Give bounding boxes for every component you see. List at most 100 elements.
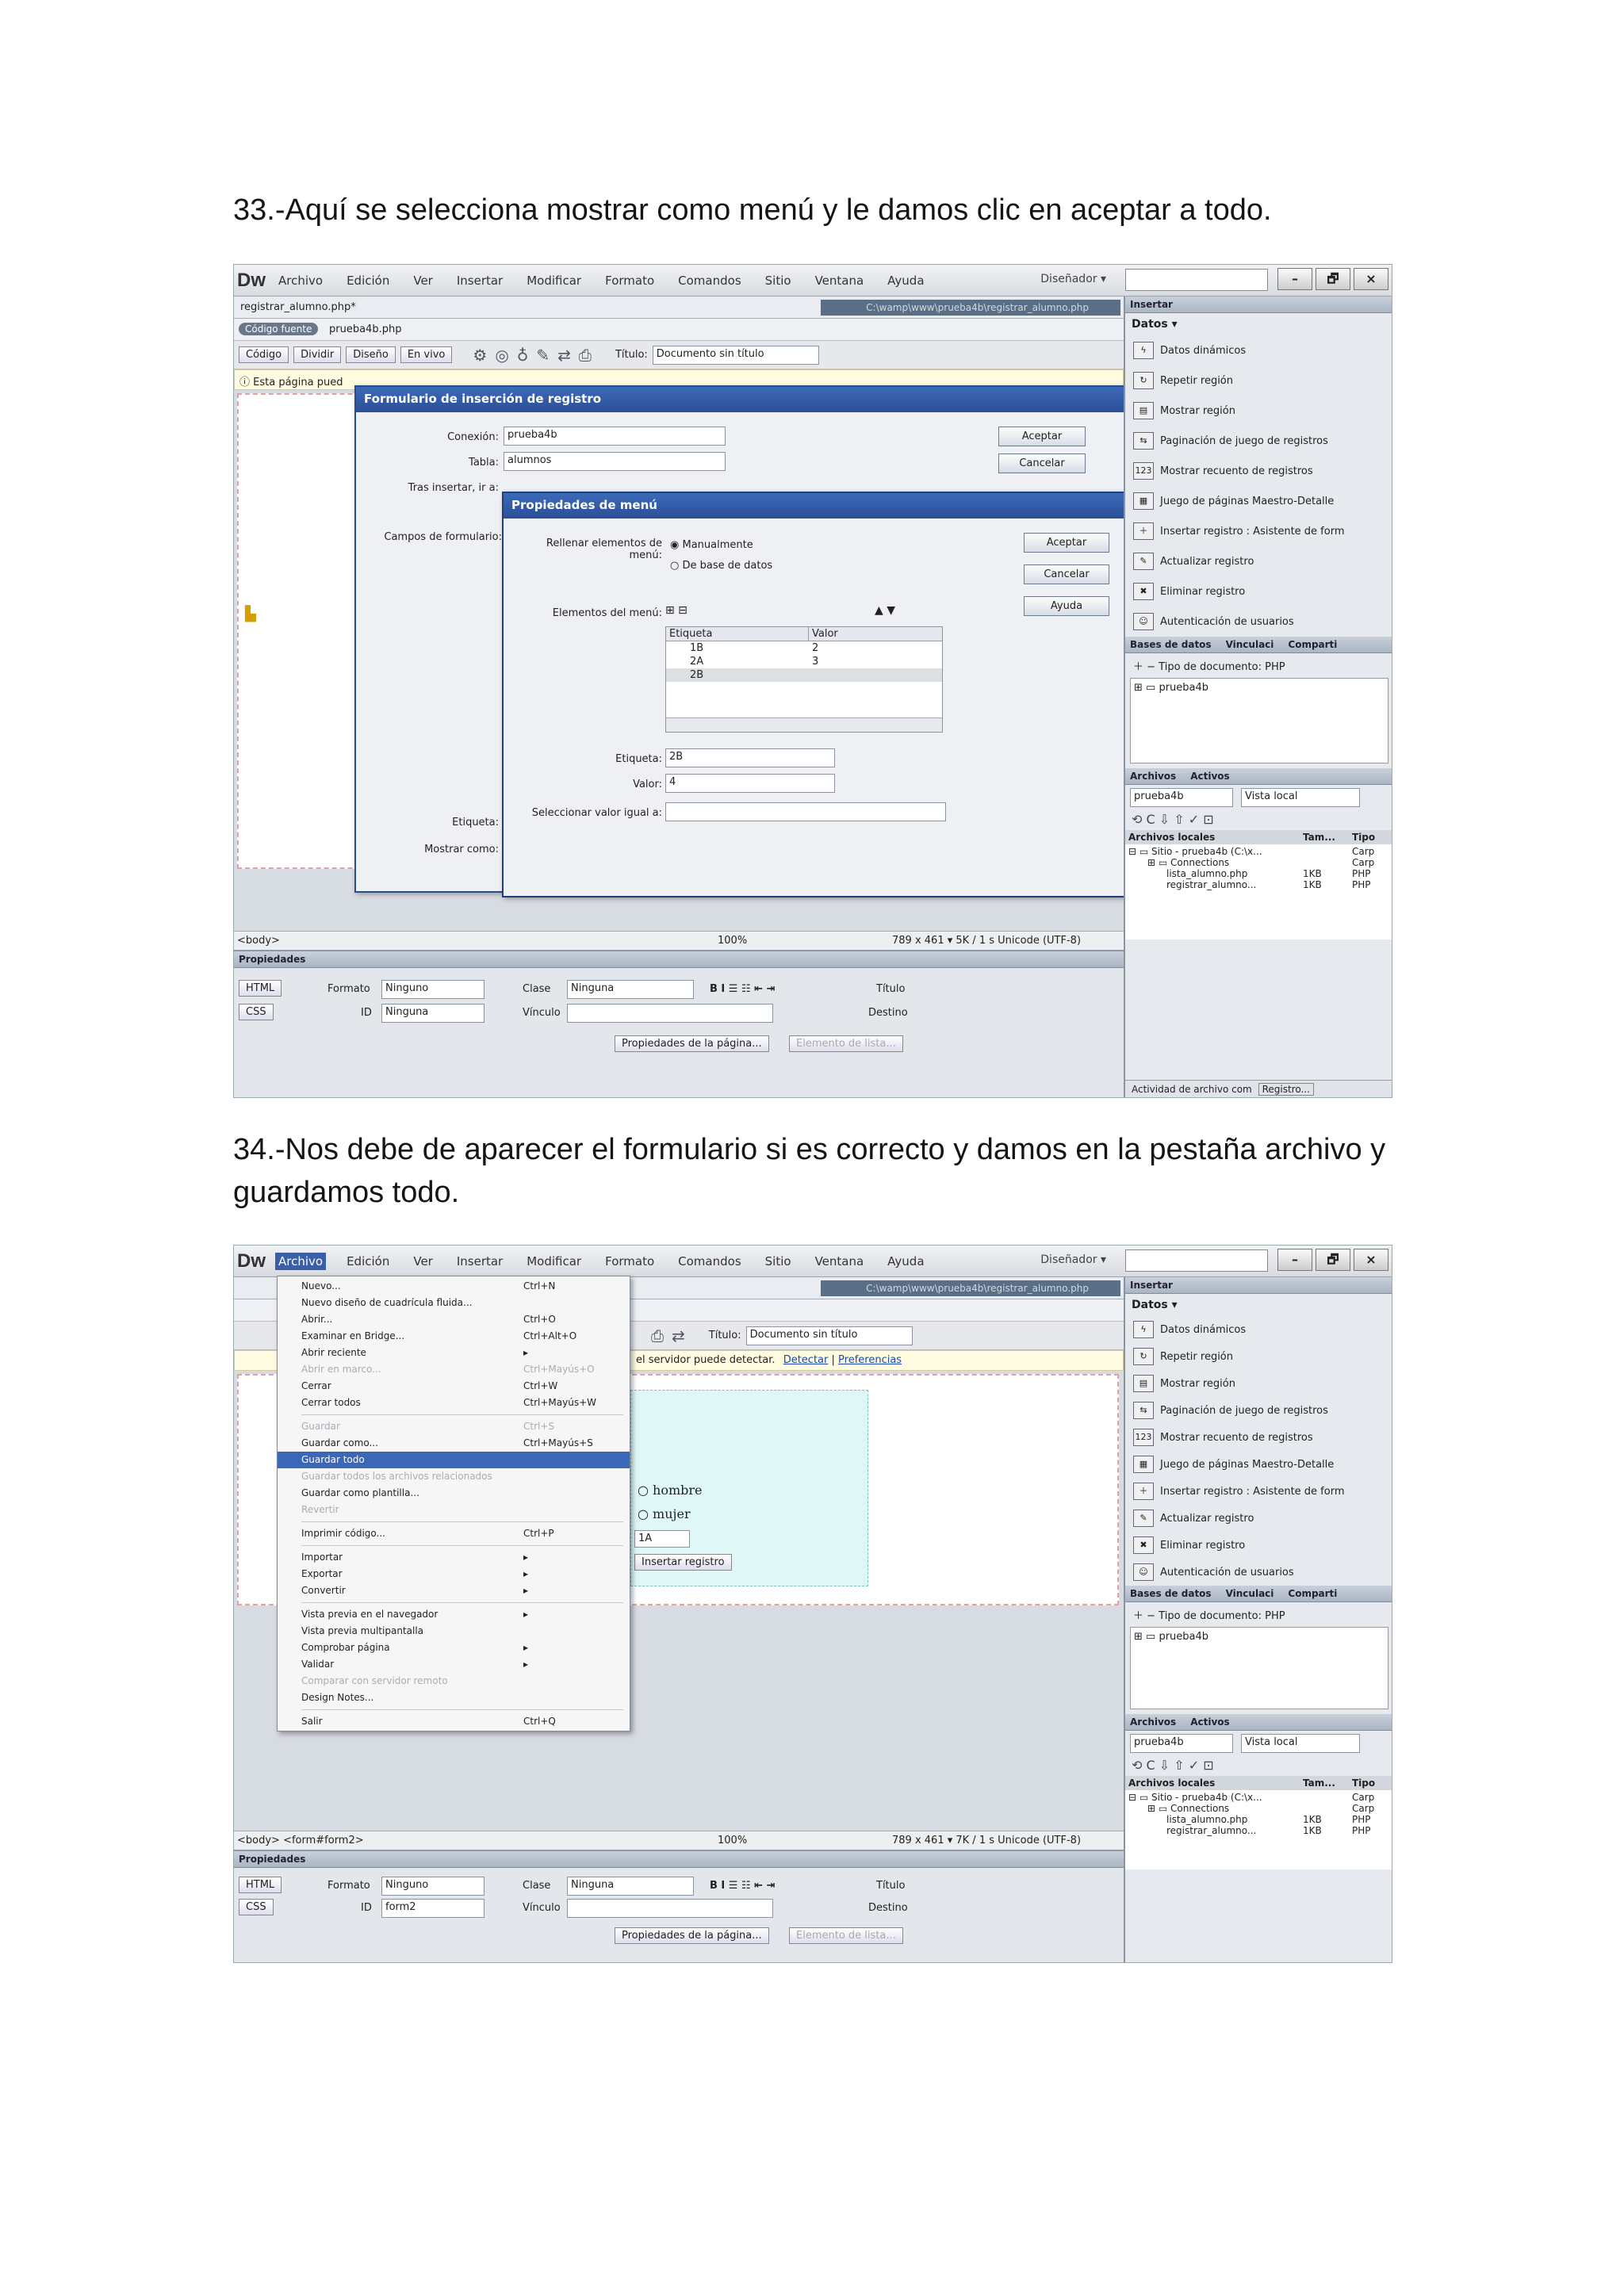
form-element[interactable]: ○ hombre ○ mujer 1A Insertar registro xyxy=(630,1390,868,1586)
menu-modificar[interactable]: Modificar xyxy=(523,1253,584,1270)
html-button[interactable]: HTML xyxy=(239,980,282,997)
menu-cancel-button[interactable]: Cancelar xyxy=(1024,564,1109,584)
file-menu-item[interactable]: Comprobar página ▸ xyxy=(278,1640,630,1656)
file-menu-item[interactable]: Salir Ctrl+Q xyxy=(278,1713,630,1730)
title-input[interactable]: Documento sin título xyxy=(745,1326,913,1345)
menu-ver[interactable]: Ver xyxy=(410,1253,436,1270)
title-input[interactable]: Documento sin título xyxy=(652,345,819,365)
design-view-button[interactable]: Diseño xyxy=(346,346,396,363)
file-menu-item[interactable]: Abrir... Ctrl+O xyxy=(278,1311,630,1328)
class-select[interactable]: Ninguna xyxy=(567,1877,694,1896)
page-properties-button[interactable]: Propiedades de la página... xyxy=(615,1035,769,1052)
related-file[interactable]: prueba4b.php xyxy=(329,323,401,335)
html-button[interactable]: HTML xyxy=(239,1877,282,1893)
panel-item-recuento[interactable]: 123 Mostrar recuento de registros xyxy=(1125,1424,1392,1451)
seleccionar-input[interactable] xyxy=(665,802,946,821)
file-menu-item[interactable]: Design Notes... xyxy=(278,1689,630,1706)
css-button[interactable]: CSS xyxy=(239,1004,274,1020)
id-select[interactable]: Ninguna xyxy=(381,1004,485,1023)
tab-files[interactable]: Archivos xyxy=(1130,1716,1176,1728)
table-row[interactable]: 1B 2 xyxy=(666,641,942,655)
file-menu-item[interactable]: Imprimir código... Ctrl+P xyxy=(278,1525,630,1542)
file-menu-item[interactable]: Nuevo... Ctrl+N xyxy=(278,1278,630,1295)
menu-comandos[interactable]: Comandos xyxy=(675,1253,744,1270)
menu-comandos[interactable]: Comandos xyxy=(675,272,744,289)
datos-category[interactable]: Datos ▾ xyxy=(1125,1294,1392,1316)
file-menu-item[interactable]: Vista previa multipantalla xyxy=(278,1623,630,1640)
table-scrollbar[interactable] xyxy=(666,718,942,732)
panel-item-maestro[interactable]: ▦ Juego de páginas Maestro-Detalle xyxy=(1125,486,1392,516)
insert-record-submit[interactable]: Insertar registro xyxy=(634,1554,732,1571)
file-row[interactable]: registrar_alumno... 1KB PHP xyxy=(1128,1825,1390,1836)
radio-hombre[interactable]: ○ hombre xyxy=(638,1483,703,1498)
insert-ok-button[interactable]: Aceptar xyxy=(998,427,1086,446)
panel-item-eliminar[interactable]: ✖ Eliminar registro xyxy=(1125,576,1392,607)
panel-item-recuento[interactable]: 123 Mostrar recuento de registros xyxy=(1125,456,1392,486)
file-row[interactable]: ⊟ ▭ Sitio - prueba4b (C:\x... Carp xyxy=(1128,1792,1390,1803)
file-menu-item[interactable]: Guardar todo xyxy=(278,1452,630,1468)
panel-item-datos-dinamicos[interactable]: ϟ Datos dinámicos xyxy=(1125,1316,1392,1343)
code-view-button[interactable]: Código xyxy=(239,346,289,363)
panel-item-mostrar[interactable]: ▤ Mostrar región xyxy=(1125,396,1392,426)
minimize-button[interactable]: – xyxy=(1277,268,1312,290)
menu-edicion[interactable]: Edición xyxy=(343,1253,393,1270)
view-select[interactable]: Vista local xyxy=(1241,1734,1360,1753)
restore-button[interactable]: 🗗 xyxy=(1316,268,1350,290)
files-toolbar-icons[interactable]: ⟲ C ⇩ ⇧ ✓ ⊡ xyxy=(1125,1756,1392,1774)
menu-archivo[interactable]: Archivo xyxy=(275,1252,327,1270)
tag-selector[interactable]: <body> xyxy=(237,935,280,947)
tab-components[interactable]: Comparti xyxy=(1288,639,1337,650)
menu-ventana[interactable]: Ventana xyxy=(812,1253,868,1270)
radio-manual[interactable]: ◉ Manualmente xyxy=(670,539,753,551)
menu-items-table[interactable]: Etiqueta Valor 1B 2 2A 3 2B xyxy=(665,626,943,733)
db-tree[interactable]: ⊞ ▭ prueba4b xyxy=(1130,1627,1388,1709)
detect-link[interactable]: Detectar xyxy=(783,1354,829,1366)
split-view-button[interactable]: Dividir xyxy=(293,346,342,363)
file-menu-item[interactable]: Guardar como plantilla... xyxy=(278,1485,630,1502)
radio-database[interactable]: ○ De base de datos xyxy=(670,560,772,572)
panel-item-mostrar[interactable]: ▤ Mostrar región xyxy=(1125,1370,1392,1397)
class-select[interactable]: Ninguna xyxy=(567,980,694,999)
panel-item-paginacion[interactable]: ⇆ Paginación de juego de registros xyxy=(1125,1397,1392,1424)
panel-item-paginacion[interactable]: ⇆ Paginación de juego de registros xyxy=(1125,426,1392,456)
panel-item-insertar[interactable]: ＋ Insertar registro : Asistente de form xyxy=(1125,516,1392,546)
menu-ventana[interactable]: Ventana xyxy=(812,272,868,289)
close-button[interactable]: × xyxy=(1354,268,1388,290)
menu-edicion[interactable]: Edición xyxy=(343,272,393,289)
tab-bindings[interactable]: Vinculaci xyxy=(1226,1588,1274,1599)
panel-item-eliminar[interactable]: ✖ Eliminar registro xyxy=(1125,1532,1392,1559)
menu-help-button[interactable]: Ayuda xyxy=(1024,596,1109,616)
panel-item-actualizar[interactable]: ✎ Actualizar registro xyxy=(1125,546,1392,576)
panel-item-repetir[interactable]: ↻ Repetir región xyxy=(1125,1343,1392,1370)
table-row[interactable]: 2B xyxy=(666,668,942,682)
menu-insertar[interactable]: Insertar xyxy=(454,272,506,289)
file-row[interactable]: lista_alumno.php 1KB PHP xyxy=(1128,1814,1390,1825)
menu-archivo[interactable]: Archivo xyxy=(275,272,326,289)
menu-ayuda[interactable]: Ayuda xyxy=(884,272,927,289)
close-button[interactable]: × xyxy=(1354,1249,1388,1271)
page-properties-button[interactable]: Propiedades de la página... xyxy=(615,1927,769,1944)
menu-sitio[interactable]: Sitio xyxy=(762,272,795,289)
css-button[interactable]: CSS xyxy=(239,1899,274,1915)
tab-databases[interactable]: Bases de datos xyxy=(1130,1588,1212,1599)
panel-item-maestro[interactable]: ▦ Juego de páginas Maestro-Detalle xyxy=(1125,1451,1392,1478)
format-select[interactable]: Ninguno xyxy=(381,980,485,999)
conexion-select[interactable]: prueba4b xyxy=(504,427,726,446)
file-row[interactable]: ⊞ ▭ Connections Carp xyxy=(1128,857,1390,868)
site-select[interactable]: prueba4b xyxy=(1130,1734,1233,1753)
panel-item-datos-dinamicos[interactable]: ϟ Datos dinámicos xyxy=(1125,335,1392,365)
db-item[interactable]: prueba4b xyxy=(1159,682,1208,694)
file-menu-item[interactable]: Vista previa en el navegador ▸ xyxy=(278,1606,630,1623)
insert-cancel-button[interactable]: Cancelar xyxy=(998,453,1086,473)
insert-panel-tab[interactable]: Insertar xyxy=(1125,1277,1392,1294)
toolbar-icons[interactable]: ⎙⇄ xyxy=(651,1326,693,1345)
tabla-select[interactable]: alumnos xyxy=(504,452,726,471)
log-button[interactable]: Registro... xyxy=(1258,1083,1314,1096)
panel-item-autenticacion[interactable]: ☺ Autenticación de usuarios xyxy=(1125,1559,1392,1586)
preferences-link[interactable]: Preferencias xyxy=(838,1354,902,1366)
format-buttons[interactable]: B I ☰ ☷ ⇤ ⇥ xyxy=(710,983,775,995)
tab-assets[interactable]: Activos xyxy=(1190,1716,1229,1728)
menu-ok-button[interactable]: Aceptar xyxy=(1024,533,1109,553)
menu-formato[interactable]: Formato xyxy=(602,1253,657,1270)
restore-button[interactable]: 🗗 xyxy=(1316,1249,1350,1271)
